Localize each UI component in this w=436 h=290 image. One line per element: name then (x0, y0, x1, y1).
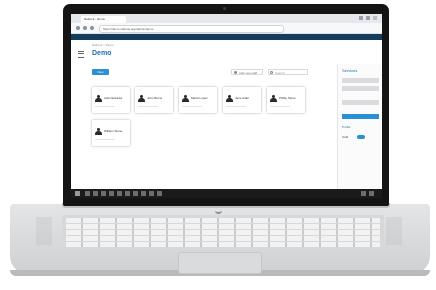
side-panel-toggle[interactable] (357, 135, 365, 139)
add-staff-label: Add new staff (239, 71, 258, 75)
staff-card-subline (226, 106, 246, 107)
side-panel-field[interactable] (342, 100, 379, 105)
minimize-icon[interactable] (359, 16, 363, 20)
system-tray-icon[interactable] (369, 191, 374, 196)
new-button[interactable]: New (92, 69, 109, 75)
keyboard-row (66, 242, 380, 247)
staff-name: Marta Lopez (191, 96, 208, 100)
taskbar-app-icon[interactable] (85, 191, 90, 196)
side-panel-field[interactable] (342, 78, 379, 83)
keyboard-row (66, 230, 380, 235)
forward-icon[interactable] (83, 26, 87, 30)
staff-card-subline (138, 106, 158, 107)
staff-card[interactable]: Marta Lopez (179, 87, 217, 113)
staff-card[interactable]: Administrador (92, 87, 130, 113)
staff-card[interactable]: Jane Adler (223, 87, 261, 113)
close-icon[interactable] (373, 16, 377, 20)
page-title: Demo (92, 50, 112, 57)
side-panel-title: Services (342, 68, 358, 73)
search-icon (270, 71, 273, 74)
address-bar[interactable]: https://demo.nabook.app/admin/demo (99, 25, 284, 33)
menu-icon[interactable] (78, 51, 84, 58)
avatar-icon (270, 95, 277, 102)
browser-tab[interactable]: Nabook - Demo (81, 16, 126, 23)
side-panel-toggle-label: Staff (342, 135, 349, 139)
speaker-grille-left (36, 217, 52, 245)
taskbar-app-icon[interactable] (149, 191, 154, 196)
taskbar-app-icon[interactable] (133, 191, 138, 196)
webcam-icon (223, 7, 226, 10)
staff-card[interactable]: John Burns (135, 87, 173, 113)
staff-card-subline (95, 106, 115, 107)
taskbar-app-icon[interactable] (117, 191, 122, 196)
taskbar-app-icon[interactable] (101, 191, 106, 196)
taskbar-app-icon[interactable] (93, 191, 98, 196)
touchpad (178, 252, 262, 274)
staff-card[interactable]: Phillip Stone (267, 87, 305, 113)
staff-card-subline (270, 106, 290, 107)
avatar-icon (95, 95, 102, 102)
avatar-icon (138, 95, 145, 102)
keyboard-row (66, 218, 380, 223)
maximize-icon[interactable] (366, 16, 370, 20)
staff-card-subline (182, 106, 202, 107)
side-panel-field[interactable] (342, 86, 379, 91)
taskbar-app-icon[interactable] (141, 191, 146, 196)
screen: Nabook - Demo https://demo.nabook.app/ad… (71, 14, 382, 198)
taskbar-app-icon[interactable] (109, 191, 114, 196)
breadcrumb[interactable]: Nabook > Demo (92, 43, 114, 47)
system-tray-icon[interactable] (361, 191, 366, 196)
staff-name: Phillip Stone (279, 96, 296, 100)
avatar-icon (226, 95, 233, 102)
side-panel-primary-button[interactable] (342, 114, 379, 119)
staff-card[interactable]: William Stone (92, 120, 130, 146)
taskbar-app-icon[interactable] (125, 191, 130, 196)
app-header (71, 34, 382, 40)
keyboard-row (66, 224, 380, 229)
add-staff-button[interactable]: Add new staff (231, 69, 263, 75)
avatar-icon (95, 128, 102, 135)
reload-icon[interactable] (90, 26, 94, 30)
search-placeholder: Search (275, 71, 285, 75)
speaker-grille-right (386, 217, 402, 245)
staff-name: William Stone (104, 129, 123, 133)
staff-name: Administrador (104, 96, 123, 100)
taskbar-app-icon[interactable] (157, 191, 162, 196)
staff-name: Jane Adler (235, 96, 250, 100)
back-icon[interactable] (76, 26, 80, 30)
side-panel-section: Profile (342, 125, 351, 129)
keyboard-row (66, 236, 380, 241)
avatar-icon (182, 95, 189, 102)
staff-name: John Burns (147, 96, 163, 100)
start-icon[interactable] (75, 191, 80, 196)
search-input[interactable]: Search (268, 69, 308, 75)
staff-card-subline (95, 139, 115, 140)
add-icon (234, 71, 237, 74)
